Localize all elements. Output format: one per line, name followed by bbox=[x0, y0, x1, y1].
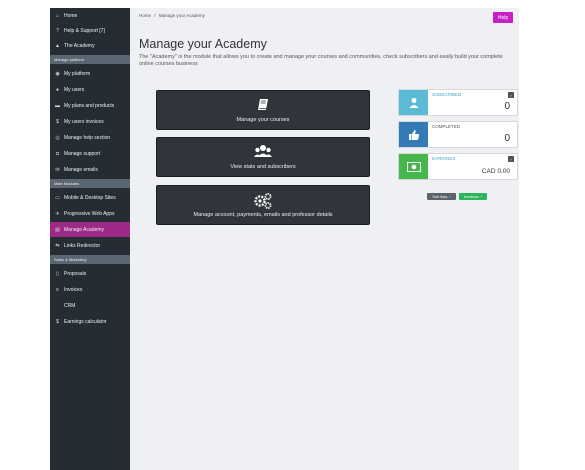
book-icon bbox=[157, 97, 369, 113]
envelope-icon: ✉ bbox=[55, 166, 60, 173]
sidebar-item-mobile-desktop[interactable]: ▭ Mobile & Desktop Sites bbox=[50, 190, 130, 205]
button-label: Invoices bbox=[463, 194, 479, 199]
question-icon: ? bbox=[56, 27, 59, 34]
graduation-cap-icon: ▲ bbox=[55, 42, 60, 49]
breadcrumb-home-link[interactable]: Home bbox=[139, 13, 151, 18]
support-icon: ◘ bbox=[55, 150, 60, 157]
thumbs-up-icon bbox=[399, 122, 428, 147]
sidebar-item-label: Earnings calculator bbox=[64, 318, 107, 325]
sidebar-item-earnings-calculator[interactable]: $ Earnings calculator bbox=[50, 314, 130, 329]
sidebar-item-manage-support[interactable]: ◘ Manage support bbox=[50, 146, 130, 161]
sidebar-item-manage-emails[interactable]: ✉ Manage emails bbox=[50, 162, 130, 177]
manage-courses-button[interactable]: Manage your courses bbox=[156, 90, 370, 130]
dashboard-icon: ◉ bbox=[55, 70, 60, 77]
user-icon bbox=[399, 90, 428, 115]
sidebar-item-label: Proposals bbox=[64, 270, 87, 277]
action-label: View stats and subscribers bbox=[230, 164, 296, 170]
users-icon: ● bbox=[55, 86, 60, 93]
sidebar-item-label: Invoices bbox=[64, 286, 83, 293]
sidebar-item-invoices[interactable]: ≡ Invoices bbox=[50, 282, 130, 297]
button-label: Sub lists bbox=[432, 194, 448, 199]
chevron-right-icon: › bbox=[480, 194, 483, 199]
view-stats-button[interactable]: View stats and subscribers bbox=[156, 137, 370, 177]
invoices-button[interactable]: Invoices › bbox=[459, 193, 487, 200]
sidebar-item-plans-products[interactable]: ▬ My plans and products bbox=[50, 98, 130, 113]
monitor-icon: ▭ bbox=[55, 194, 60, 201]
sidebar-item-label: The Academy bbox=[64, 42, 95, 49]
stat-value: 0 bbox=[504, 133, 510, 144]
sidebar-item-label: My users bbox=[64, 86, 85, 93]
sidebar-item-label: My users invoices bbox=[64, 118, 104, 125]
sidebar-item-label: Manage Academy bbox=[64, 226, 105, 233]
sidebar-item-my-users[interactable]: ● My users bbox=[50, 82, 130, 97]
chevron-right-icon[interactable]: › bbox=[508, 156, 514, 162]
page-description: The "Academy" is the module that allows … bbox=[139, 54, 503, 67]
cart-icon: ▬ bbox=[55, 102, 60, 109]
sidebar-item-my-platform[interactable]: ◉ My platform bbox=[50, 66, 130, 81]
sidebar-section-manage-platform: Manage platform bbox=[50, 55, 130, 64]
sidebar-item-label: Manage help section bbox=[64, 134, 111, 141]
stat-label: EARNINGS bbox=[432, 156, 456, 161]
gears-icon bbox=[157, 192, 369, 209]
invoice-icon: ≡ bbox=[56, 286, 59, 293]
stat-value: 0 bbox=[504, 101, 510, 112]
dollar-icon: $ bbox=[56, 118, 59, 125]
sidebar-item-label: Help & Support [7] bbox=[64, 27, 105, 34]
sidebar-item-label: Mobile & Desktop Sites bbox=[64, 194, 116, 201]
sidebar: ⌂ Home ? Help & Support [7] ▲ The Academy M… bbox=[50, 8, 130, 470]
sidebar-item-label: My platform bbox=[64, 70, 91, 77]
rocket-icon: ✈ bbox=[55, 210, 60, 217]
money-icon bbox=[399, 154, 428, 179]
sidebar-item-links-redirector[interactable]: ⇆ Links Redirector bbox=[50, 238, 130, 253]
sidebar-item-label: Links Redirector bbox=[64, 242, 101, 249]
sidebar-item-label: Manage emails bbox=[64, 166, 98, 173]
link-icon: ⇆ bbox=[55, 242, 60, 249]
stat-label: COMPLETED bbox=[432, 124, 461, 129]
sidebar-section-sales-marketing: Sales & Marketing bbox=[50, 255, 130, 264]
lifebuoy-icon: ◎ bbox=[55, 134, 60, 141]
breadcrumb-separator: / bbox=[154, 13, 156, 18]
sidebar-item-help-section[interactable]: ◎ Manage help section bbox=[50, 130, 130, 145]
users-group-icon bbox=[157, 144, 369, 160]
earnings-stat-card: EARNINGS CAD 0.00 › bbox=[398, 153, 518, 180]
sidebar-item-label: Progressive Web Apps bbox=[64, 210, 115, 217]
sidebar-section-main-modules: Main Modules bbox=[50, 179, 130, 188]
sidebar-item-label: My plans and products bbox=[64, 102, 115, 109]
stat-label: SUBSCRIBED bbox=[432, 92, 462, 97]
breadcrumb: Home / Manage your Academy bbox=[139, 13, 205, 18]
action-label: Manage account, payments, emails and pro… bbox=[193, 212, 333, 218]
sidebar-item-label: CRM bbox=[64, 302, 76, 309]
sidebar-item-pwa[interactable]: ✈ Progressive Web Apps bbox=[50, 206, 130, 221]
sidebar-item-users-invoices[interactable]: $ My users invoices bbox=[50, 114, 130, 129]
sidebar-item-manage-academy[interactable]: ▤ Manage Academy bbox=[50, 222, 130, 237]
manage-account-button[interactable]: Manage account, payments, emails and pro… bbox=[156, 185, 370, 225]
chevron-right-icon[interactable]: › bbox=[508, 92, 514, 98]
home-icon: ⌂ bbox=[55, 12, 60, 19]
chevron-right-icon: › bbox=[449, 194, 451, 199]
sub-lists-button[interactable]: Sub lists › bbox=[427, 193, 456, 200]
subscribed-stat-card: SUBSCRIBED 0 › bbox=[398, 89, 518, 116]
sidebar-item-label: Home bbox=[64, 12, 78, 19]
completed-stat-card: COMPLETED 0 bbox=[398, 121, 518, 148]
sidebar-item-help-support[interactable]: ? Help & Support [7] bbox=[50, 23, 130, 38]
breadcrumb-current: Manage your Academy bbox=[158, 13, 205, 18]
file-icon: ▯ bbox=[56, 270, 59, 277]
sidebar-item-proposals[interactable]: ▯ Proposals bbox=[50, 266, 130, 281]
action-label: Manage your courses bbox=[236, 117, 290, 123]
sidebar-item-home[interactable]: ⌂ Home bbox=[50, 8, 130, 23]
sidebar-item-label: Manage support bbox=[64, 150, 101, 157]
stat-value: CAD 0.00 bbox=[481, 168, 510, 175]
page-title: Manage your Academy bbox=[139, 37, 267, 51]
help-button[interactable]: Help bbox=[493, 12, 513, 23]
academy-icon: ▤ bbox=[55, 226, 60, 233]
sidebar-item-crm[interactable]: CRM bbox=[50, 298, 130, 313]
main-content: Home / Manage your Academy Help Manage y… bbox=[130, 8, 519, 470]
dollar-icon: $ bbox=[56, 318, 59, 325]
sidebar-item-academy[interactable]: ▲ The Academy bbox=[50, 38, 130, 53]
